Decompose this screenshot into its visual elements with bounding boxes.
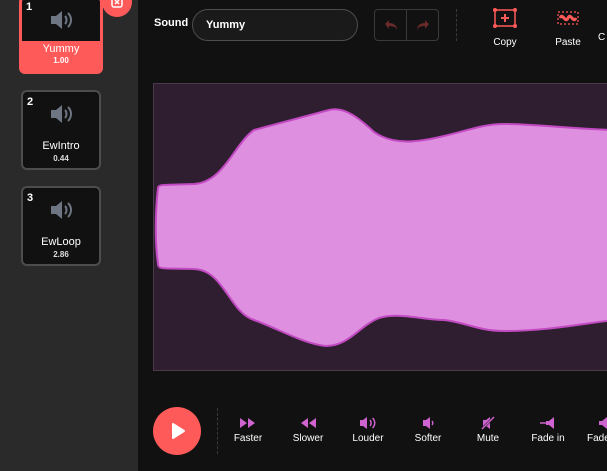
waveform (154, 108, 607, 348)
effect-softer-button[interactable]: Softer (403, 416, 453, 444)
sound-number: 1 (26, 1, 33, 13)
sound-number: 3 (27, 192, 34, 204)
paste-button[interactable]: Paste (545, 8, 591, 48)
sound-name-label: Sound (154, 17, 189, 29)
waveform-panel[interactable] (153, 83, 607, 371)
copy-label: Copy (493, 37, 517, 48)
effect-mute-button[interactable]: Mute (463, 416, 513, 444)
paste-label: Paste (555, 37, 581, 48)
sound-name: EwIntro (42, 140, 80, 152)
undo-button[interactable] (375, 10, 406, 40)
play-button[interactable] (153, 407, 201, 455)
undo-redo-group (374, 9, 439, 41)
sound-duration: 2.86 (53, 250, 69, 259)
toolbar-divider (456, 9, 457, 41)
redo-icon (416, 20, 429, 30)
sound-name: Yummy (42, 43, 80, 55)
speaker-icon (51, 201, 72, 219)
more-tool-label: C (598, 32, 606, 43)
effect-slower-button[interactable]: Slower (283, 416, 333, 444)
sound-thumbnail (23, 188, 99, 232)
effect-label: Fade in (531, 433, 565, 444)
sound-item-2[interactable]: 2 EwIntro 0.44 (21, 90, 101, 170)
sound-name-input[interactable] (192, 9, 358, 41)
sound-duration: 1.00 (53, 56, 69, 65)
close-icon (111, 0, 123, 8)
play-icon (172, 423, 185, 439)
speaker-mute-icon (481, 416, 495, 430)
paste-icon (557, 11, 579, 25)
effect-label: Faster (233, 433, 263, 444)
speaker-icon (51, 105, 72, 123)
sound-item-3[interactable]: 3 EwLoop 2.86 (21, 186, 101, 266)
more-tool-button[interactable]: C (598, 8, 607, 43)
rewind-icon (301, 418, 316, 428)
effect-fade-in-button[interactable]: Fade in (523, 416, 573, 444)
effect-faster-button[interactable]: Faster (223, 416, 273, 444)
undo-icon (384, 20, 397, 30)
effect-label: Louder (352, 433, 384, 444)
fast-forward-icon (240, 418, 255, 428)
fade-in-icon (540, 417, 554, 429)
sound-name: EwLoop (41, 236, 81, 248)
redo-button[interactable] (406, 10, 438, 40)
copy-button[interactable]: Copy (482, 8, 528, 48)
sound-list-sidebar: 1 Yummy 1.00 2 EwIntro 0.44 3 EwLoop 2.8… (0, 0, 138, 471)
effect-louder-button[interactable]: Louder (343, 416, 393, 444)
effect-label: Mute (476, 433, 500, 444)
sound-number: 2 (27, 96, 34, 108)
sound-thumbnail (23, 92, 99, 136)
effect-label: Slower (292, 433, 324, 444)
sound-thumbnail (22, 0, 100, 41)
speaker-icon (51, 11, 72, 29)
controls-divider (217, 408, 218, 454)
sound-item-1[interactable]: 1 Yummy 1.00 (19, 0, 132, 74)
speaker-soft-icon (423, 417, 434, 429)
delete-sound-button[interactable] (102, 0, 132, 17)
speaker-loud-icon (360, 417, 376, 429)
sound-duration: 0.44 (53, 154, 69, 163)
fade-out-icon (599, 417, 607, 429)
effect-label: Softer (414, 433, 442, 444)
effect-fade-out-button[interactable]: Fade (582, 416, 607, 444)
effect-label: Fade (587, 433, 607, 444)
copy-icon (493, 8, 517, 28)
